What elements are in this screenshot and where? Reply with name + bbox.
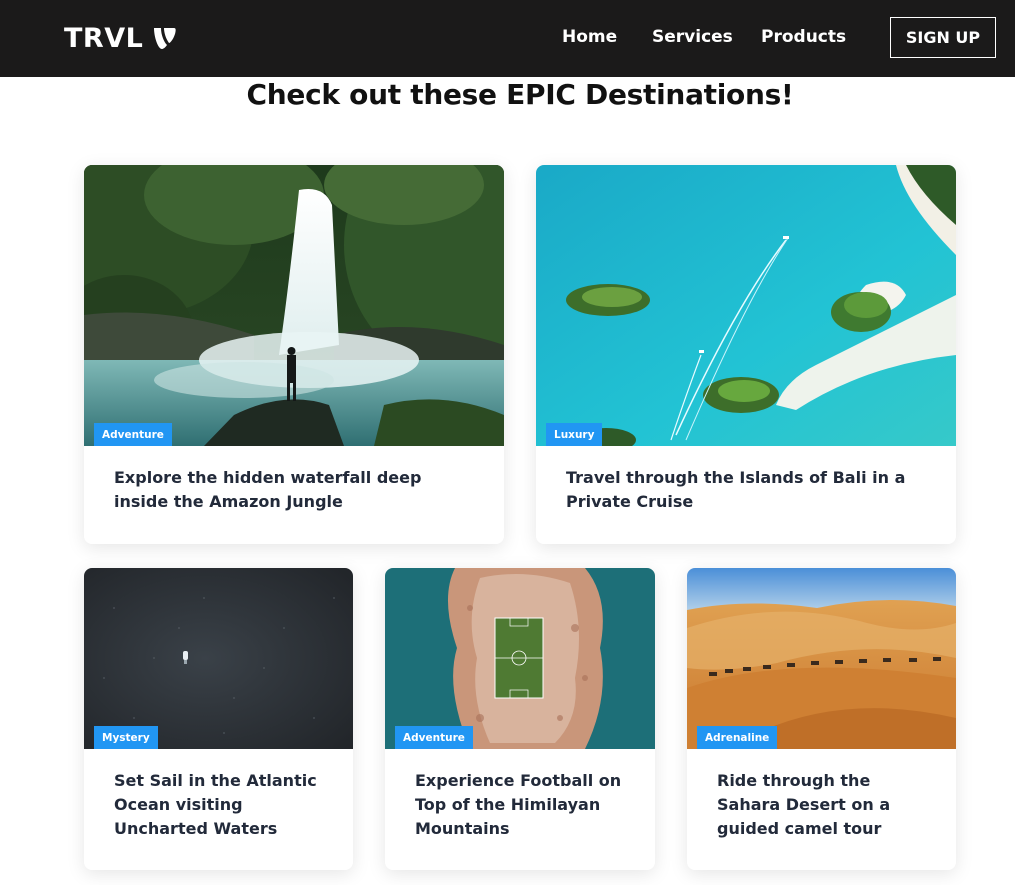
sahara-camel-caravan-image: Adrenaline <box>687 568 956 749</box>
card-title[interactable]: Explore the hidden waterfall deep inside… <box>114 466 474 514</box>
navbar: TRVL Home Services Products SIGN UP <box>0 0 1015 77</box>
category-badge[interactable]: Adventure <box>94 422 172 446</box>
card-title[interactable]: Ride through the Sahara Desert on a guid… <box>717 769 926 841</box>
page-heading: Check out these EPIC Destinations! <box>246 78 794 111</box>
nav-link-home[interactable]: Home <box>562 27 617 47</box>
nav-link-services[interactable]: Services <box>652 27 733 47</box>
destination-card-football[interactable]: Adventure Experience Football on Top of … <box>385 568 655 870</box>
card-title[interactable]: Travel through the Islands of Bali in a … <box>566 466 926 514</box>
destination-card-sahara[interactable]: Adrenaline Ride through the Sahara Deser… <box>687 568 956 870</box>
signup-button[interactable]: SIGN UP <box>890 17 996 58</box>
island-football-pitch-image: Adventure <box>385 568 655 749</box>
category-badge[interactable]: Luxury <box>546 422 603 446</box>
card-title[interactable]: Experience Football on Top of the Himila… <box>415 769 625 841</box>
card-title[interactable]: Set Sail in the Atlantic Ocean visiting … <box>114 769 323 841</box>
destination-card-atlantic[interactable]: Mystery Set Sail in the Atlantic Ocean v… <box>84 568 353 870</box>
category-badge[interactable]: Adrenaline <box>697 725 778 749</box>
waterfall-jungle-image: Adventure <box>84 165 504 446</box>
category-badge[interactable]: Mystery <box>94 725 158 749</box>
category-badge[interactable]: Adventure <box>395 725 473 749</box>
typo3-logo-icon <box>154 28 176 49</box>
brand-logo[interactable]: TRVL <box>64 22 177 54</box>
destination-card-bali[interactable]: Luxury Travel through the Islands of Bal… <box>536 165 956 544</box>
bali-islands-aerial-image: Luxury <box>536 165 956 446</box>
nav-link-products[interactable]: Products <box>761 27 846 47</box>
brand-name: TRVL <box>64 22 144 54</box>
destination-card-waterfall[interactable]: Adventure Explore the hidden waterfall d… <box>84 165 504 544</box>
dark-ocean-boat-image: Mystery <box>84 568 353 749</box>
